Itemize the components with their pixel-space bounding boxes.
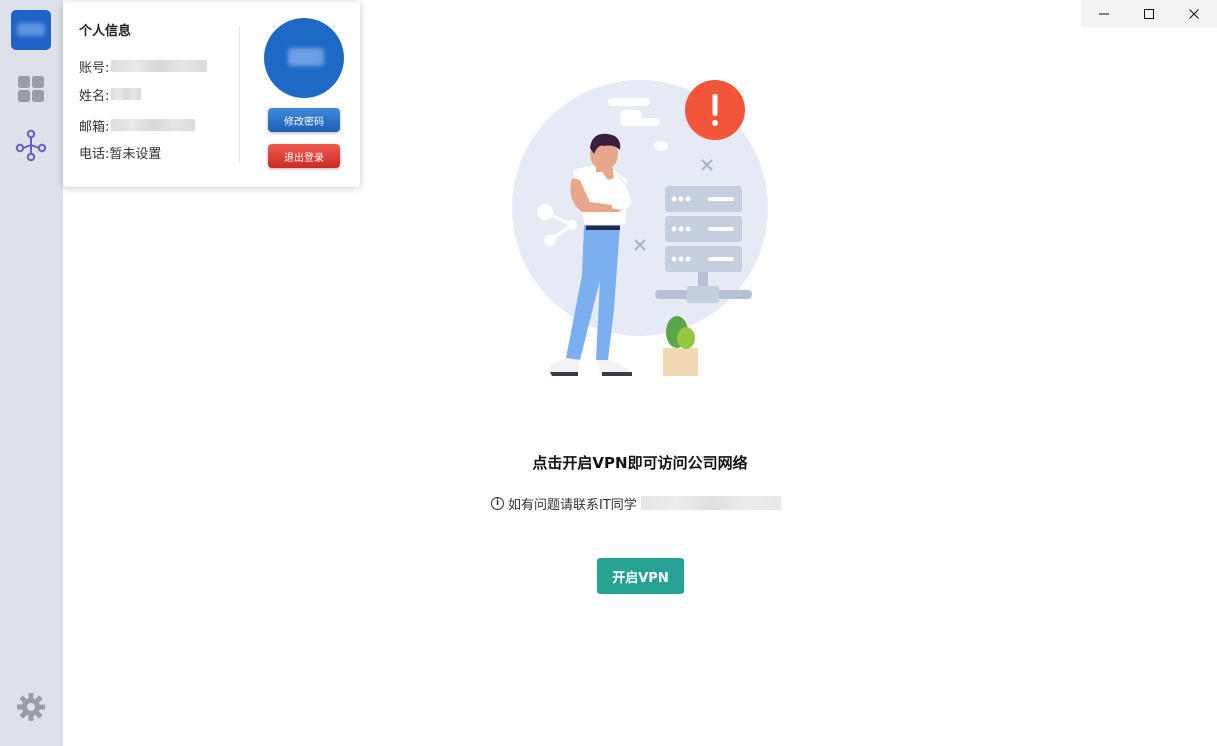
close-button[interactable] (1172, 0, 1217, 27)
sidebar (0, 0, 63, 746)
start-vpn-button[interactable]: 开启VPN (597, 558, 684, 594)
close-icon (1189, 8, 1200, 19)
logout-button[interactable]: 退出登录 (268, 144, 340, 168)
help-hint-text: 如有问题请联系IT同学 (508, 497, 637, 513)
gear-icon[interactable] (14, 690, 48, 724)
apps-grid-icon[interactable] (14, 72, 48, 106)
profile-popup: 个人信息 账号: 姓名: 邮箱: 电话: 暂未设置 修改密码 退出登录 (63, 2, 360, 187)
contact-redacted (640, 496, 781, 510)
avatar (264, 18, 344, 98)
name-row: 姓名: (79, 85, 142, 104)
phone-value: 暂未设置 (109, 146, 162, 162)
vpn-illustration (500, 70, 780, 390)
popup-divider (239, 26, 240, 162)
popup-title: 个人信息 (79, 24, 132, 39)
network-nodes-icon[interactable] (14, 128, 48, 162)
app-window: 个人信息 账号: 姓名: 邮箱: 电话: 暂未设置 修改密码 退出登录 点击开启… (0, 0, 1217, 746)
email-value-redacted (111, 119, 196, 131)
info-icon: i (491, 496, 504, 510)
minimize-icon (1098, 13, 1109, 14)
maximize-icon (1143, 8, 1154, 19)
minimize-button[interactable] (1081, 0, 1126, 27)
app-logo[interactable] (11, 10, 51, 50)
change-password-button[interactable]: 修改密码 (268, 108, 340, 132)
phone-label: 电话: (79, 146, 110, 162)
name-value-redacted (111, 88, 142, 100)
window-controls (1081, 0, 1217, 27)
email-label: 邮箱: (79, 119, 110, 135)
phone-row: 电话: 暂未设置 (79, 143, 162, 162)
maximize-button[interactable] (1126, 0, 1171, 27)
account-row: 账号: (79, 57, 208, 76)
help-hint: i 如有问题请联系IT同学 (491, 494, 781, 513)
vpn-headline: 点击开启VPN即可访问公司网络 (532, 454, 748, 472)
email-row: 邮箱: (79, 116, 196, 135)
account-label: 账号: (79, 60, 110, 76)
name-label: 姓名: (79, 88, 110, 104)
account-value-redacted (111, 60, 208, 72)
